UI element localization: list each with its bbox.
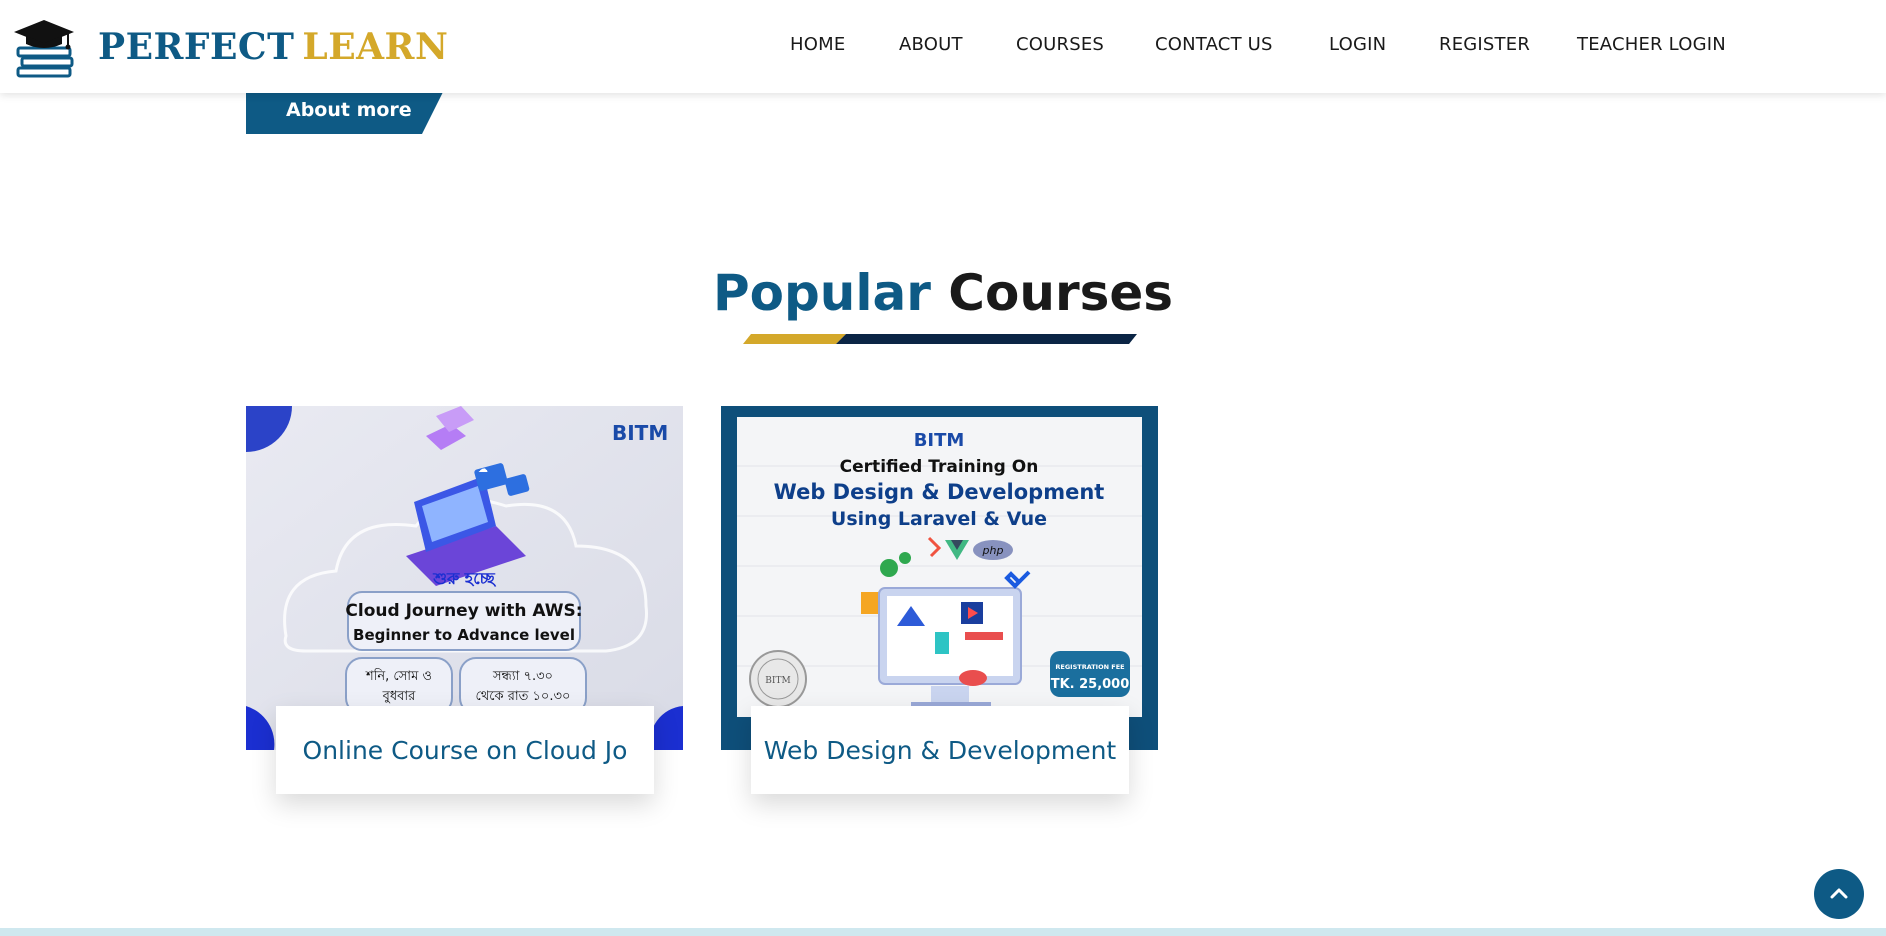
seal-text: BITM <box>765 676 790 686</box>
banner-headline-1: Cloud Journey with AWS: <box>345 601 582 621</box>
course-card[interactable]: ☁ BITM শুরু হচ্ছে Cloud Journey with AWS… <box>246 406 683 794</box>
nav-courses[interactable]: COURSES <box>1016 34 1104 55</box>
footer-edge <box>0 928 1886 936</box>
php-logo-text: php <box>982 544 1004 557</box>
banner-tag: শুরু হচ্ছে <box>432 569 496 588</box>
banner-time-1: সন্ধ্যা ৭.৩০ <box>492 669 553 684</box>
banner-line-2: Web Design & Development <box>774 480 1105 504</box>
bitm-badge: BITM <box>914 430 965 451</box>
course-title[interactable]: Web Design & Development <box>751 706 1129 794</box>
fee-label: REGISTRATION FEE <box>1055 663 1124 671</box>
scroll-to-top-button[interactable] <box>1814 869 1864 919</box>
nav-teacher-login[interactable]: TEACHER LOGIN <box>1577 34 1726 55</box>
site-header: PERFECT LEARN HOME ABOUT COURSES CONTACT … <box>0 0 1886 93</box>
section-heading: Popular Courses <box>0 264 1886 322</box>
fee-value: TK. 25,000 <box>1051 677 1130 692</box>
heading-underline <box>743 334 1137 344</box>
section-heading-rest: Courses <box>948 264 1174 322</box>
banner-days-1: শনি, সোম ও <box>365 668 432 684</box>
banner-days-2: বুধবার <box>382 689 417 704</box>
section-heading-highlight: Popular <box>712 264 931 322</box>
nav-login[interactable]: LOGIN <box>1329 34 1386 55</box>
banner-time-2: থেকে রাত ১০.৩০ <box>476 689 571 704</box>
course-image-web-design[interactable]: BITM Certified Training On Web Design & … <box>721 406 1158 750</box>
nav-about[interactable]: ABOUT <box>899 34 963 55</box>
course-banner-web-design: BITM Certified Training On Web Design & … <box>721 406 1158 750</box>
banner-line-1: Certified Training On <box>840 457 1039 477</box>
nav-home[interactable]: HOME <box>790 34 845 55</box>
nav-register[interactable]: REGISTER <box>1439 34 1530 55</box>
course-banner-aws: ☁ BITM শুরু হচ্ছে Cloud Journey with AWS… <box>246 406 683 750</box>
nav-contact-us[interactable]: CONTACT US <box>1155 34 1273 55</box>
chevron-up-icon <box>1830 888 1848 899</box>
about-more-button[interactable]: About more <box>246 86 446 134</box>
bitm-badge: BITM <box>612 421 668 445</box>
main-nav: HOME ABOUT COURSES CONTACT US LOGIN REGI… <box>0 0 1886 93</box>
course-card[interactable]: BITM Certified Training On Web Design & … <box>721 406 1158 794</box>
course-title[interactable]: Online Course on Cloud Jo <box>276 706 654 794</box>
banner-line-3: Using Laravel & Vue <box>831 508 1047 530</box>
banner-headline-2: Beginner to Advance level <box>353 626 575 644</box>
course-image-aws[interactable]: ☁ BITM শুরু হচ্ছে Cloud Journey with AWS… <box>246 406 683 750</box>
svg-text:☁: ☁ <box>478 464 488 475</box>
